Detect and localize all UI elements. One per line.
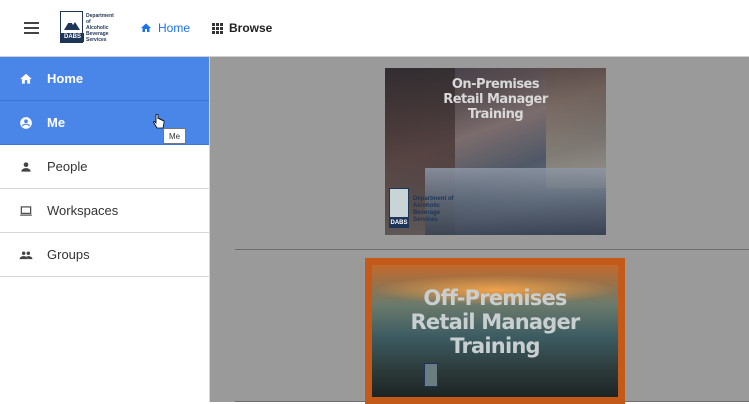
- sidebar-item-label: Groups: [47, 247, 90, 262]
- main-content: On-Premises Retail Manager Training DABS…: [210, 57, 749, 404]
- sidebar-item-label: Me: [47, 115, 66, 130]
- sidebar-item-label: People: [47, 159, 88, 174]
- top-app-bar: DABS Department of Alcoholic Beverage Se…: [0, 0, 749, 57]
- tooltip: Me: [163, 128, 187, 144]
- sidebar-item-label: Workspaces: [47, 203, 119, 218]
- title-line: Off-Premises: [423, 286, 567, 310]
- title-line: Retail Manager: [443, 92, 548, 107]
- laptop-icon: [20, 206, 32, 216]
- title-line: Training: [450, 334, 540, 358]
- sidebar-item-groups[interactable]: Groups: [0, 233, 209, 277]
- nav-home-label: Home: [158, 21, 191, 35]
- home-icon: [20, 73, 32, 84]
- logo-badge: DABS: [389, 218, 409, 228]
- sidebar: Home Me People Workspaces Groups: [0, 57, 210, 402]
- course-tile: On-Premises Retail Manager Training DABS…: [235, 57, 749, 250]
- logo-line: Beverage: [413, 210, 441, 216]
- nav-browse-label: Browse: [229, 21, 273, 35]
- mountain-icon: [64, 20, 80, 30]
- title-line: Training: [467, 107, 524, 122]
- logo-line: Services: [86, 37, 107, 43]
- logo-mark: DABS: [60, 11, 84, 43]
- dabs-logo-small: [424, 363, 438, 387]
- nav-home-link[interactable]: Home: [140, 21, 190, 35]
- logo-line: Services: [413, 217, 438, 223]
- course-tile: Off-Premises Retail Manager Training: [235, 250, 749, 404]
- course-thumbnail[interactable]: On-Premises Retail Manager Training DABS…: [385, 68, 606, 235]
- logo-mark: [389, 188, 409, 218]
- apps-grid-icon: [212, 22, 223, 34]
- sidebar-item-people[interactable]: People: [0, 145, 209, 189]
- menu-icon[interactable]: [24, 22, 39, 34]
- logo-badge: DABS: [61, 33, 84, 42]
- dabs-logo-small: DABS: [389, 188, 409, 228]
- dabs-logo[interactable]: DABS Department of Alcoholic Beverage Se…: [60, 11, 114, 47]
- account-circle-icon: [20, 117, 32, 129]
- title-line: On-Premises: [451, 77, 540, 92]
- course-thumbnail[interactable]: Off-Premises Retail Manager Training: [365, 258, 625, 404]
- sidebar-item-label: Home: [47, 71, 84, 86]
- sidebar-item-workspaces[interactable]: Workspaces: [0, 189, 209, 233]
- content-gutter: [210, 57, 235, 402]
- nav-browse-link[interactable]: Browse: [212, 21, 272, 35]
- logo-text: Department of Alcoholic Beverage Service…: [413, 196, 454, 224]
- sidebar-item-home[interactable]: Home: [0, 57, 209, 101]
- thumbnail-title: Off-Premises Retail Manager Training: [365, 286, 625, 358]
- title-line: Retail Manager: [410, 310, 581, 334]
- logo-line: Department of: [413, 196, 454, 202]
- logo-line: Alcoholic: [413, 203, 441, 209]
- home-icon: [141, 23, 151, 32]
- person-icon: [21, 162, 31, 172]
- group-icon: [19, 251, 33, 260]
- thumbnail-title: On-Premises Retail Manager Training: [385, 77, 606, 122]
- logo-line: Department of: [86, 13, 114, 25]
- logo-text: Department of Alcoholic Beverage Service…: [86, 13, 114, 43]
- hand-pointer-icon: [153, 114, 165, 129]
